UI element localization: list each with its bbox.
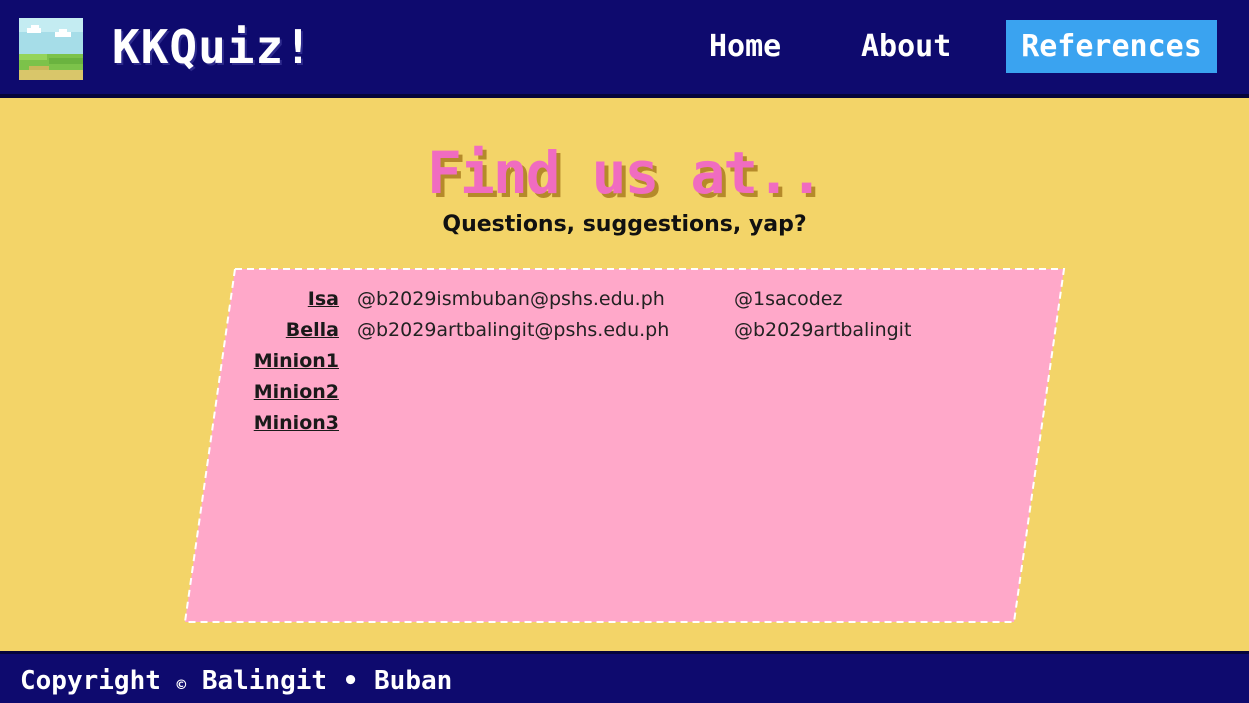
nav-references-link[interactable]: References xyxy=(1006,20,1217,73)
page-subtitle: Questions, suggestions, yap? xyxy=(442,212,807,237)
contact-name-link[interactable]: Minion1 xyxy=(200,346,339,377)
contact-email: @b2029artbalingit@pshs.edu.ph xyxy=(357,319,670,341)
contacts-card xyxy=(183,268,1066,623)
nav-home-link[interactable]: Home xyxy=(709,29,781,65)
contact-name-link[interactable]: Minion3 xyxy=(200,408,339,439)
landscape-logo-icon[interactable] xyxy=(19,18,83,80)
page-title: Find us at.. xyxy=(426,139,824,207)
contact-handle: @b2029artbalingit xyxy=(734,319,912,341)
footer-bar: Copyright © Balingit • Buban xyxy=(0,651,1249,703)
contact-name-link[interactable]: Bella xyxy=(200,315,339,346)
top-nav-bar: KKQuiz! Home About References xyxy=(0,0,1249,98)
copyright-icon: © xyxy=(176,675,187,694)
copyright-word: Copyright xyxy=(20,666,161,696)
copyright-text: Copyright © Balingit • Buban xyxy=(20,664,452,698)
copyright-authors: Balingit • Buban xyxy=(201,666,453,696)
app-title[interactable]: KKQuiz! xyxy=(112,18,313,76)
contact-handle: @1sacodez xyxy=(734,288,843,310)
contact-email: @b2029ismbuban@pshs.edu.ph xyxy=(357,288,665,310)
contact-name-link[interactable]: Isa xyxy=(200,284,339,315)
contact-name-link[interactable]: Minion2 xyxy=(200,377,339,408)
nav-about-link[interactable]: About xyxy=(861,29,951,65)
